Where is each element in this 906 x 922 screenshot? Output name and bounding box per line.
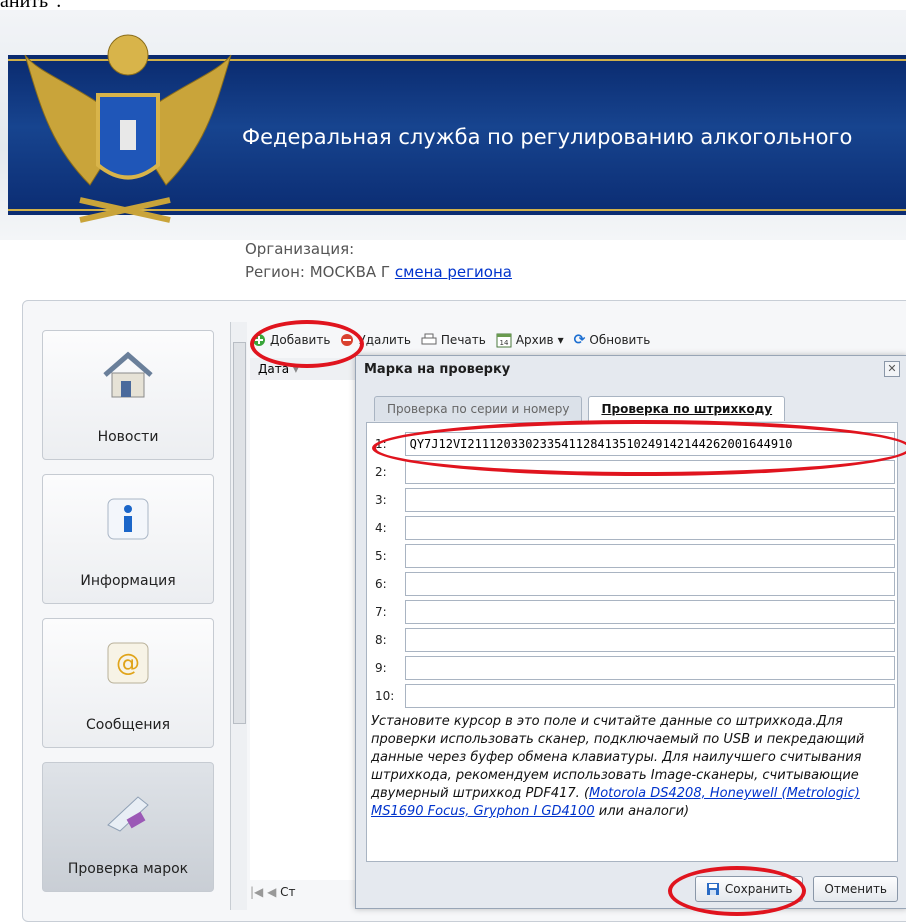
sidebar-scrollbar[interactable] bbox=[230, 322, 247, 910]
barcode-row: 10: bbox=[375, 683, 895, 709]
refresh-icon: ⟳ bbox=[573, 332, 586, 348]
barcode-input-7[interactable] bbox=[404, 600, 895, 624]
barcode-panel: 1: 2: 3: 4: 5: 6: 7: 8: 9: 10: Установит… bbox=[366, 422, 898, 862]
sidebar-item-label: Проверка марок bbox=[67, 861, 189, 877]
pager-label: Ст bbox=[280, 885, 296, 899]
scrollbar-thumb[interactable] bbox=[233, 342, 246, 724]
barcode-row: 8: bbox=[375, 627, 895, 653]
highlight-oval-barcode bbox=[372, 420, 906, 476]
barcode-input-6[interactable] bbox=[404, 572, 895, 596]
row-number: 4: bbox=[375, 521, 387, 535]
cancel-button[interactable]: Отменить bbox=[813, 876, 898, 902]
row-number: 3: bbox=[375, 493, 387, 507]
sidebar-item-messages[interactable]: @ Сообщения bbox=[42, 618, 214, 748]
barcode-row: 9: bbox=[375, 655, 895, 681]
dialog-tabs: Проверка по серии и номеру Проверка по ш… bbox=[374, 396, 786, 422]
calendar-day: 14 bbox=[499, 339, 508, 347]
sidebar-item-stamp-check[interactable]: Проверка марок bbox=[42, 762, 214, 892]
archive-button[interactable]: 14 Архив ▾ bbox=[496, 332, 564, 348]
scanner-hint: Установите курсор в это поле и считайте … bbox=[371, 713, 891, 821]
barcode-input-5[interactable] bbox=[404, 544, 895, 568]
barcode-row: 7: bbox=[375, 599, 895, 625]
tab-series-number[interactable]: Проверка по серии и номеру bbox=[374, 396, 583, 421]
grid-body bbox=[250, 380, 360, 880]
region-info: Регион: МОСКВА Г смена региона bbox=[245, 263, 512, 281]
prev-page-icon[interactable]: ◀ bbox=[267, 885, 280, 899]
hint-tail: или аналоги) bbox=[594, 804, 690, 819]
house-icon bbox=[103, 351, 153, 398]
row-number: 2: bbox=[375, 465, 387, 479]
delete-label: Удалить bbox=[358, 333, 411, 347]
info-icon bbox=[107, 498, 149, 540]
close-icon[interactable]: ✕ bbox=[884, 361, 900, 377]
tab-barcode[interactable]: Проверка по штрихкоду bbox=[588, 396, 786, 421]
sidebar-item-label: Сообщения bbox=[85, 717, 170, 733]
row-number: 8: bbox=[375, 633, 387, 647]
region-label: Регион: МОСКВА Г bbox=[245, 263, 391, 281]
barcode-row: 3: bbox=[375, 487, 895, 513]
sidebar-item-label: Информация bbox=[80, 573, 176, 589]
barcode-input-9[interactable] bbox=[404, 656, 895, 680]
print-button[interactable]: Печать bbox=[421, 333, 486, 347]
row-number: 6: bbox=[375, 577, 387, 591]
print-label: Печать bbox=[440, 333, 486, 347]
site-title: Федеральная служба по регулированию алко… bbox=[242, 125, 853, 149]
archive-label: Архив bbox=[515, 333, 554, 347]
barcode-scanner-icon bbox=[107, 796, 149, 832]
refresh-label: Обновить bbox=[589, 333, 651, 347]
highlight-oval-add bbox=[250, 320, 364, 368]
pager: |◀ ◀ Ст bbox=[250, 885, 296, 899]
barcode-input-3[interactable] bbox=[404, 488, 895, 512]
at-sign-icon: @ bbox=[107, 642, 149, 684]
refresh-button[interactable]: ⟳ Обновить bbox=[574, 332, 651, 348]
calendar-icon: 14 bbox=[496, 333, 512, 348]
eagle-emblem-icon bbox=[24, 34, 232, 223]
sidebar-item-label: Новости bbox=[97, 429, 159, 445]
dialog-title: Марка на проверку bbox=[364, 362, 511, 377]
sidebar-item-information[interactable]: Информация bbox=[42, 474, 214, 604]
organization-label: Организация: bbox=[245, 240, 355, 258]
sidebar-item-news[interactable]: Новости bbox=[42, 330, 214, 460]
barcode-row: 5: bbox=[375, 543, 895, 569]
row-number: 9: bbox=[375, 661, 387, 675]
barcode-input-10[interactable] bbox=[404, 684, 895, 708]
sidebar: Новости Информация @ Сообщения Проверка … bbox=[42, 330, 217, 910]
barcode-input-8[interactable] bbox=[404, 628, 895, 652]
chevron-down-icon: ▾ bbox=[557, 333, 564, 347]
row-number: 5: bbox=[375, 549, 387, 563]
barcode-row: 4: bbox=[375, 515, 895, 541]
barcode-row: 6: bbox=[375, 571, 895, 597]
first-page-icon[interactable]: |◀ bbox=[250, 885, 263, 899]
barcode-input-4[interactable] bbox=[404, 516, 895, 540]
region-change-link[interactable]: смена региона bbox=[395, 263, 512, 281]
svg-text:@: @ bbox=[116, 649, 140, 677]
row-number: 10: bbox=[375, 689, 395, 703]
printer-icon bbox=[421, 333, 437, 345]
row-number: 7: bbox=[375, 605, 387, 619]
